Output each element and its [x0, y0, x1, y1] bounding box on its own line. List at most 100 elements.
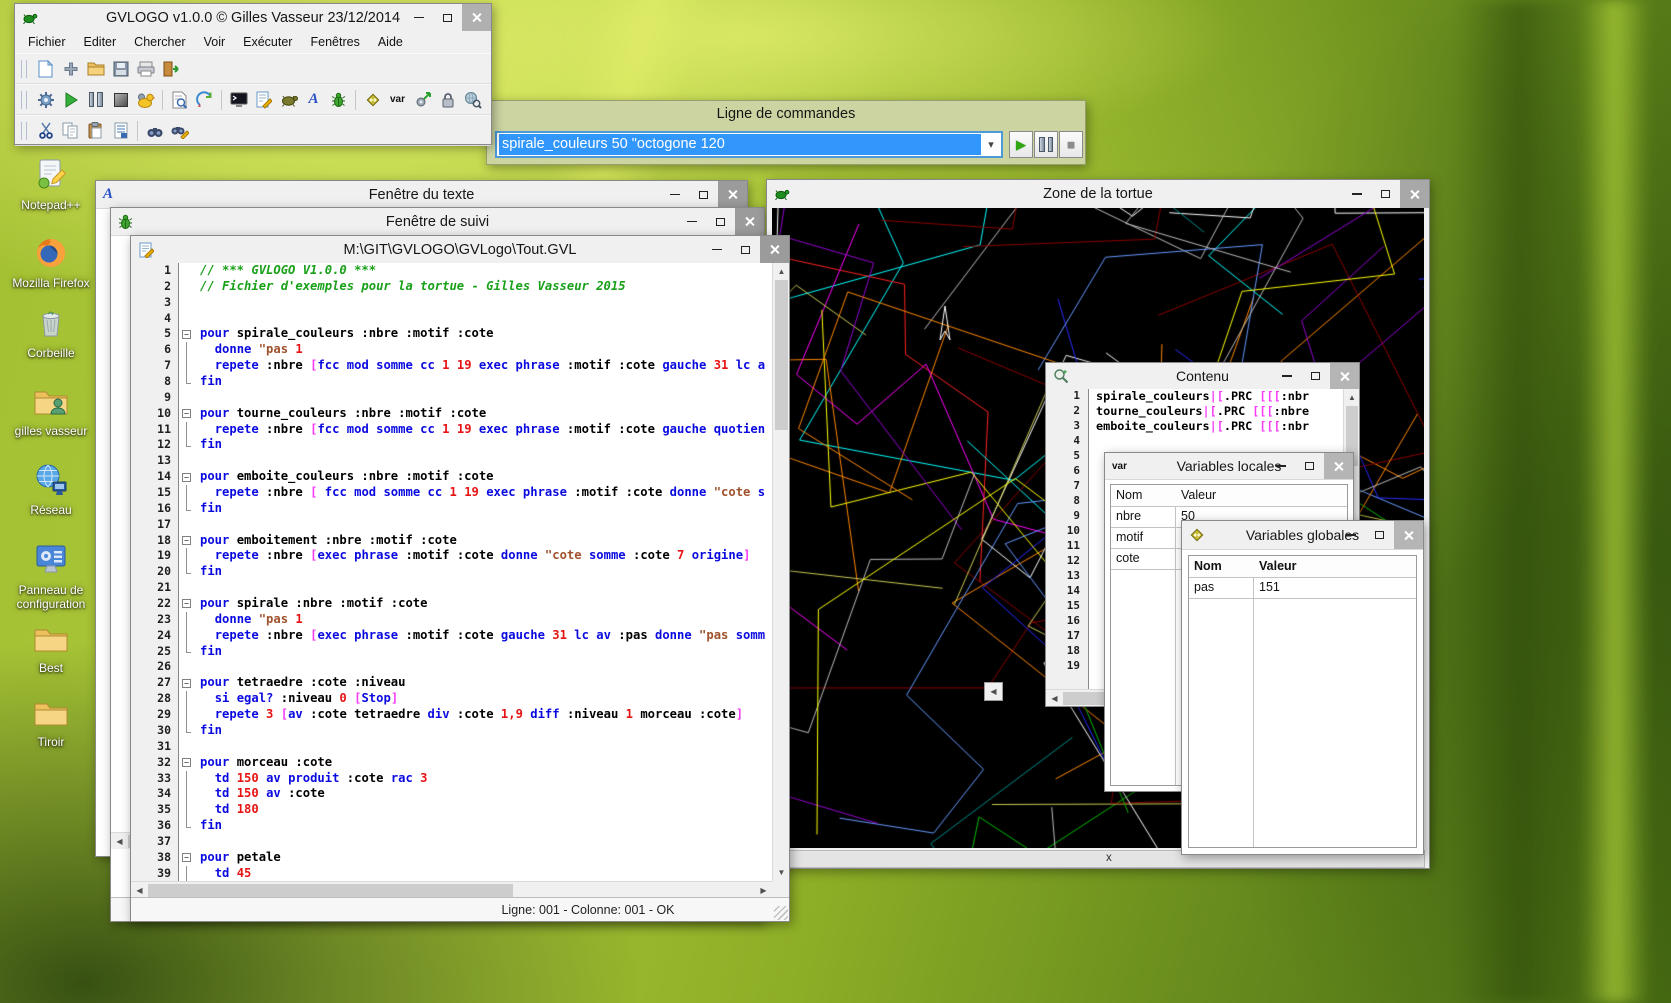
select-all-button[interactable]: [108, 119, 133, 143]
minimize-button[interactable]: [1266, 453, 1295, 479]
settings-gear-button[interactable]: [33, 88, 58, 112]
cut-button[interactable]: [33, 119, 58, 143]
add-button[interactable]: [58, 57, 83, 81]
print-button[interactable]: [133, 57, 158, 81]
menu-chercher[interactable]: Chercher: [125, 32, 194, 52]
desktop-icon-reseau[interactable]: Réseau: [4, 463, 98, 517]
run-button[interactable]: [58, 88, 83, 112]
maximize-button[interactable]: [706, 208, 735, 235]
var-button[interactable]: var: [385, 88, 410, 112]
maximize-button[interactable]: [731, 236, 760, 263]
view-source-button[interactable]: [167, 88, 192, 112]
minimize-button[interactable]: [1342, 180, 1371, 208]
desktop-icon-best[interactable]: Best: [4, 625, 98, 675]
minimize-button[interactable]: [677, 208, 706, 235]
editor-window-titlebar[interactable]: M:\GIT\GVLOGO\GVLogo\Tout.GVL: [131, 236, 789, 264]
command-window-titlebar[interactable]: Ligne de commandes: [487, 101, 1085, 127]
menu-executer[interactable]: Exécuter: [234, 32, 301, 52]
close-button[interactable]: [1400, 180, 1429, 208]
pause-icon: [1039, 137, 1053, 152]
text-window-titlebar[interactable]: A Fenêtre du texte: [96, 181, 747, 209]
follow-window-titlebar[interactable]: Fenêtre de suivi: [111, 208, 764, 236]
minimize-button[interactable]: [1272, 363, 1301, 389]
command-input[interactable]: spirale_couleurs 50 "octogone 120 ▾: [495, 131, 1003, 158]
locals-window-titlebar[interactable]: var Variables locales: [1105, 453, 1353, 480]
paste-button[interactable]: [83, 119, 108, 143]
maximize-button[interactable]: [1301, 363, 1330, 389]
menu-aide[interactable]: Aide: [369, 32, 412, 52]
save-button[interactable]: [108, 57, 133, 81]
editor-hscroll[interactable]: ◀ ▶: [131, 881, 772, 898]
resize-grip[interactable]: [774, 906, 788, 920]
desktop-icon-tiroir[interactable]: Tiroir: [4, 699, 98, 749]
notepad-icon: [34, 158, 68, 192]
copy-button[interactable]: [58, 119, 83, 143]
stop-button[interactable]: [108, 88, 133, 112]
turtle-window-titlebar[interactable]: Zone de la tortue: [767, 180, 1429, 208]
main-window-titlebar[interactable]: GVLOGO v1.0.0 © Gilles Vasseur 23/12/201…: [15, 4, 491, 31]
font-button[interactable]: A: [301, 88, 326, 112]
close-button[interactable]: [760, 236, 789, 263]
command-window: Ligne de commandes spirale_couleurs 50 "…: [486, 100, 1086, 165]
close-button[interactable]: [462, 4, 491, 31]
animate-button[interactable]: [133, 88, 158, 112]
contenu-window-titlebar[interactable]: Contenu: [1046, 363, 1359, 390]
desktop-icon-gilles-vasseur[interactable]: gilles vasseur: [4, 386, 98, 438]
new-file-button[interactable]: [33, 57, 58, 81]
scroll-left-icon[interactable]: ◀: [1046, 690, 1063, 707]
maximize-button[interactable]: [1295, 453, 1324, 479]
toolbar-grip[interactable]: [21, 122, 27, 140]
command-pause-button[interactable]: [1034, 131, 1058, 158]
close-button[interactable]: [718, 181, 747, 208]
scroll-up-icon[interactable]: ▲: [773, 263, 790, 280]
stop-icon: [114, 93, 128, 107]
search-replace-button[interactable]: [167, 119, 192, 143]
close-button[interactable]: [1330, 363, 1359, 389]
menu-fenetres[interactable]: Fenêtres: [301, 32, 368, 52]
close-button[interactable]: [1324, 453, 1353, 479]
toolbar-grip[interactable]: [21, 91, 27, 109]
desktop-icon-corbeille[interactable]: Corbeille: [4, 306, 98, 360]
folder-icon: [33, 699, 69, 729]
tools-button[interactable]: [410, 88, 435, 112]
scroll-up-icon[interactable]: ▲: [1344, 389, 1360, 406]
maximize-button[interactable]: [1365, 521, 1394, 549]
quit-button[interactable]: [158, 57, 183, 81]
desktop-icon-panneau[interactable]: Panneau de configuration: [4, 543, 98, 611]
desktop-icon-firefox[interactable]: Mozilla Firefox: [4, 236, 98, 290]
toolbar-grip[interactable]: [21, 60, 27, 78]
scroll-down-icon[interactable]: ▼: [773, 864, 790, 881]
close-button[interactable]: [1394, 521, 1423, 549]
desktop-icon-notepad[interactable]: Notepad++: [4, 158, 98, 212]
command-stop-button[interactable]: ■: [1059, 131, 1083, 158]
maximize-button[interactable]: [433, 4, 462, 31]
command-run-button[interactable]: ▶: [1009, 131, 1033, 158]
web-search-button[interactable]: [460, 88, 485, 112]
open-button[interactable]: [83, 57, 108, 81]
dropdown-icon[interactable]: ▾: [981, 138, 1001, 151]
minimize-button[interactable]: [660, 181, 689, 208]
editor-vscroll[interactable]: ▲ ▼: [772, 263, 789, 881]
refresh-button[interactable]: [192, 88, 217, 112]
minimize-button[interactable]: [1336, 521, 1365, 549]
maximize-button[interactable]: [1371, 180, 1400, 208]
menu-fichier[interactable]: Fichier: [19, 32, 75, 52]
turtle-button[interactable]: [276, 88, 301, 112]
lock-button[interactable]: [435, 88, 460, 112]
editor-code[interactable]: 1// *** GVLOGO V1.0.0 ***2// Fichier d'e…: [131, 263, 772, 881]
search-button[interactable]: [142, 119, 167, 143]
pause-button[interactable]: [83, 88, 108, 112]
menu-editer[interactable]: Editer: [75, 32, 126, 52]
minimize-button[interactable]: [404, 4, 433, 31]
scroll-left-icon[interactable]: ◀: [111, 833, 128, 850]
menu-voir[interactable]: Voir: [195, 32, 235, 52]
maximize-button[interactable]: [689, 181, 718, 208]
text-editor-button[interactable]: [251, 88, 276, 112]
minimize-button[interactable]: [702, 236, 731, 263]
floating-scroll-left-button[interactable]: ◀: [984, 682, 1003, 701]
expression-button[interactable]: [360, 88, 385, 112]
close-button[interactable]: [735, 208, 764, 235]
debug-button[interactable]: [326, 88, 351, 112]
console-button[interactable]: [226, 88, 251, 112]
globals-window-titlebar[interactable]: Variables globales: [1182, 521, 1423, 550]
